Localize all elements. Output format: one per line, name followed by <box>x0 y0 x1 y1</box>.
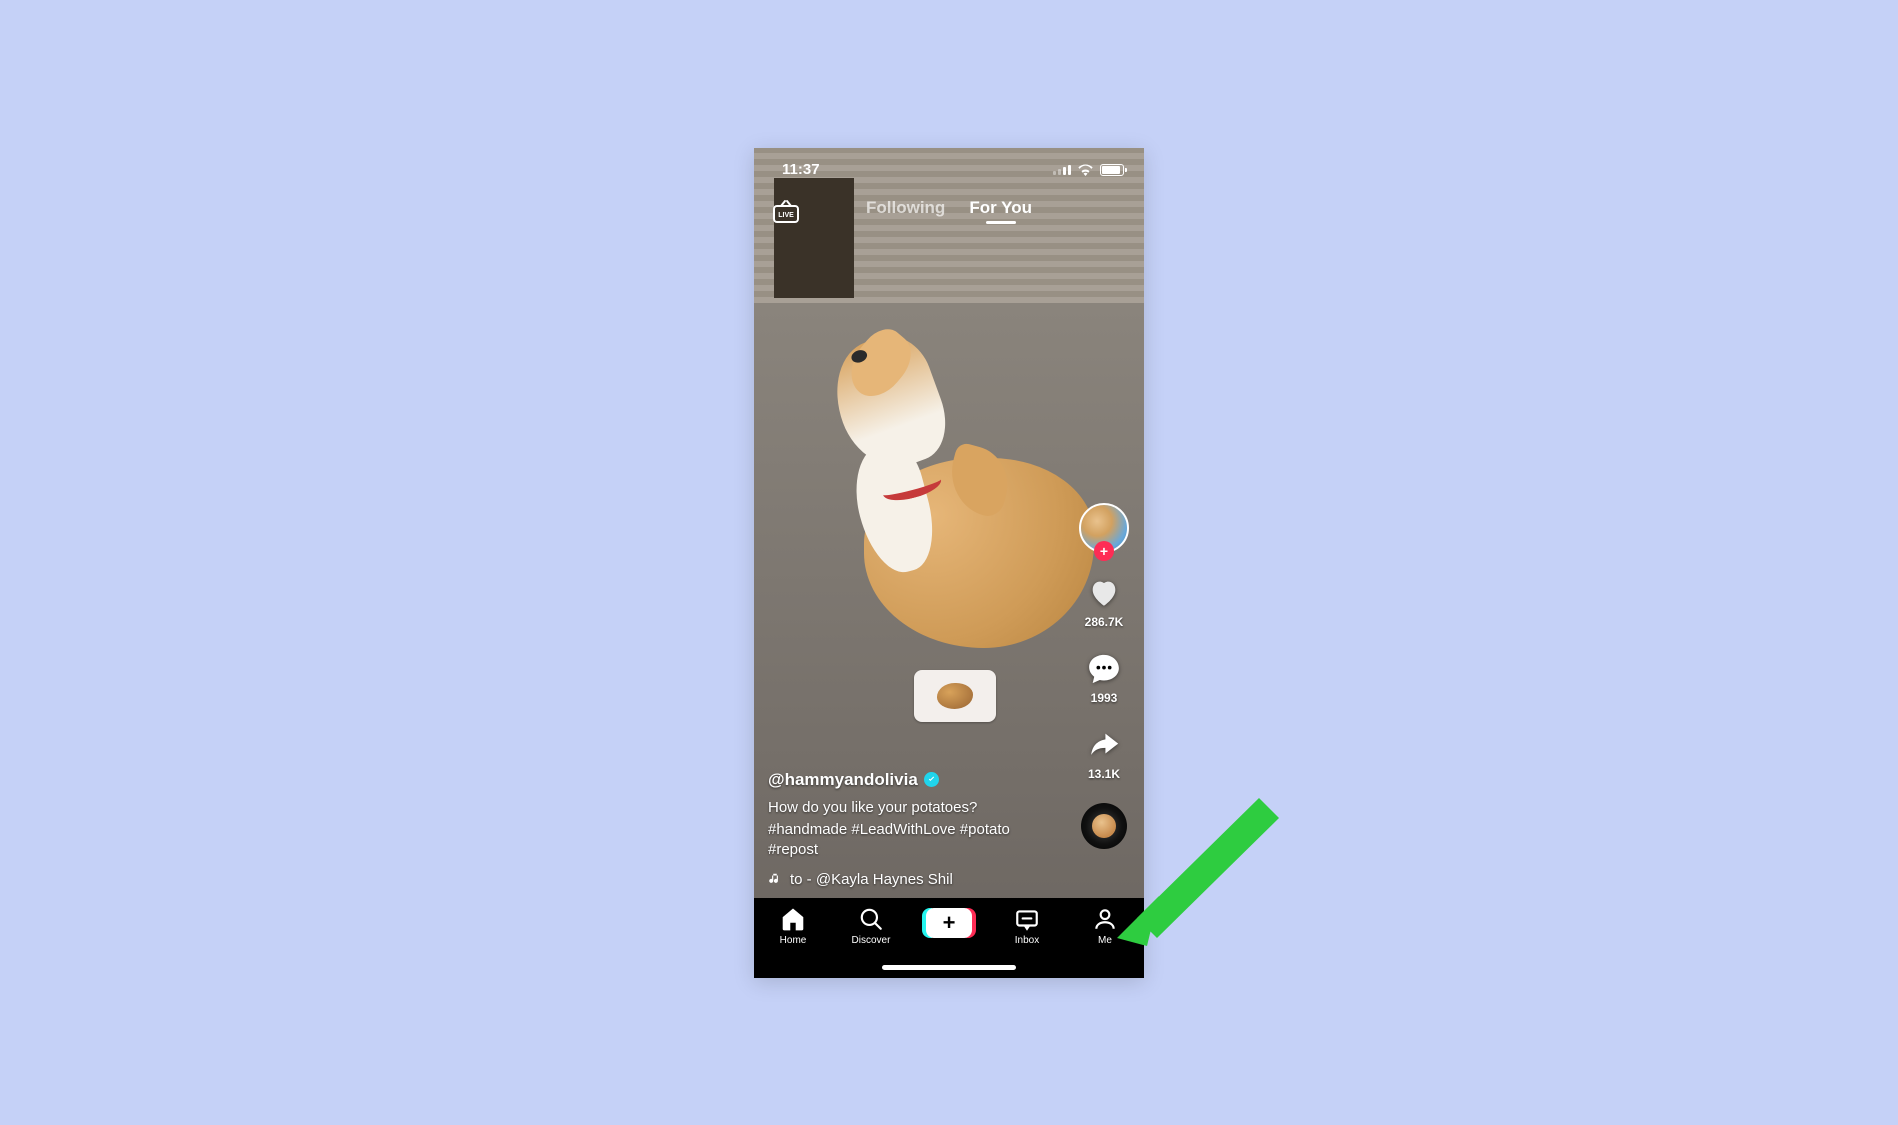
creator-avatar[interactable]: + <box>1079 503 1129 553</box>
verified-badge-icon <box>924 772 939 787</box>
sound-disc[interactable] <box>1081 803 1127 849</box>
home-indicator <box>882 965 1016 970</box>
caption-text: How do you like your potatoes? <box>768 798 1054 818</box>
plus-icon: + <box>943 912 956 934</box>
tab-following[interactable]: Following <box>866 198 945 224</box>
tab-for-you-label: For You <box>969 198 1032 217</box>
phone-frame: 11:37 LIVE Following For You + 286.7K <box>754 148 1144 978</box>
comment-count: 1993 <box>1091 691 1118 705</box>
tab-discover[interactable]: Discover <box>839 906 903 946</box>
tab-home-label: Home <box>780 935 807 946</box>
share-button[interactable]: 13.1K <box>1086 727 1122 781</box>
video-meta: @hammyandolivia How do you like your pot… <box>768 770 1054 888</box>
tab-for-you[interactable]: For You <box>969 198 1032 224</box>
like-button[interactable]: 286.7K <box>1085 575 1124 629</box>
sound-row[interactable]: to - @Kayla Haynes Shil <box>768 871 1054 888</box>
inbox-icon <box>1013 906 1041 932</box>
home-icon <box>779 906 807 932</box>
status-bar: 11:37 <box>754 148 1144 192</box>
action-rail: + 286.7K 1993 13.1K <box>1074 503 1134 849</box>
share-icon <box>1086 727 1122 763</box>
sound-title: to - @Kayla Haynes Shil <box>790 871 953 888</box>
battery-icon <box>1100 164 1124 176</box>
tab-me-label: Me <box>1098 935 1112 946</box>
tab-home[interactable]: Home <box>761 906 825 946</box>
follow-plus-icon[interactable]: + <box>1094 541 1114 561</box>
profile-icon <box>1091 906 1119 932</box>
search-icon <box>857 906 885 932</box>
live-button[interactable]: LIVE <box>772 198 800 224</box>
username-row[interactable]: @hammyandolivia <box>768 770 1054 790</box>
comment-icon <box>1086 651 1122 687</box>
hashtags-line[interactable]: #handmade #LeadWithLove #potato <box>768 820 1054 840</box>
comment-button[interactable]: 1993 <box>1086 651 1122 705</box>
tab-discover-label: Discover <box>852 935 891 946</box>
tab-inbox-label: Inbox <box>1015 935 1039 946</box>
tab-create[interactable]: + <box>917 906 981 938</box>
share-count: 13.1K <box>1088 767 1120 781</box>
create-button[interactable]: + <box>926 908 972 938</box>
like-count: 286.7K <box>1085 615 1124 629</box>
svg-text:LIVE: LIVE <box>778 212 794 219</box>
status-time: 11:37 <box>782 161 820 178</box>
tab-me[interactable]: Me <box>1073 906 1137 946</box>
username: @hammyandolivia <box>768 770 918 790</box>
music-note-icon <box>768 871 782 887</box>
video-subject-dog <box>804 328 1104 668</box>
hashtags-line2[interactable]: #repost <box>768 840 1054 860</box>
wifi-icon <box>1077 164 1094 176</box>
top-nav: LIVE Following For You <box>754 198 1144 224</box>
cellular-icon <box>1053 165 1071 175</box>
tab-following-label: Following <box>866 198 945 217</box>
bottom-tab-bar: Home Discover + Inbox Me <box>754 898 1144 978</box>
video-sticker-potato <box>914 670 996 722</box>
heart-icon <box>1086 575 1122 611</box>
tab-inbox[interactable]: Inbox <box>995 906 1059 946</box>
